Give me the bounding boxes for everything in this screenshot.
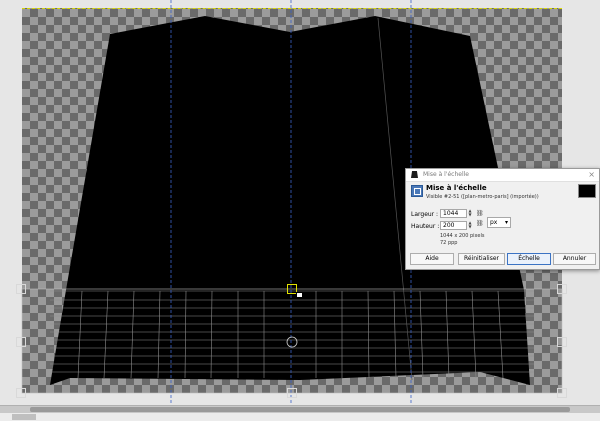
chain-link-icon[interactable]: ⛓ ⛓ [476, 209, 484, 229]
scrollbar-thumb[interactable] [30, 407, 570, 412]
scale-button[interactable]: Échelle [507, 253, 551, 265]
transform-handle-top-left[interactable] [16, 284, 26, 294]
height-input[interactable]: 200 [440, 221, 467, 230]
width-label: Largeur : [411, 211, 439, 218]
dialog-header-subtitle: Visible #2-51 ([plan-metro-paris] (impor… [426, 194, 539, 200]
dialog-titlebar[interactable]: Mise à l'échelle × [406, 169, 599, 182]
layer-thumbnail [578, 184, 596, 198]
scale-tool-icon [411, 185, 423, 197]
transform-handle-top-right[interactable] [557, 284, 567, 294]
scale-layer-dialog: Mise à l'échelle × Mise à l'échelle Visi… [405, 168, 600, 270]
chevron-down-icon: ▾ [504, 219, 508, 226]
spin-down-icon[interactable]: ▼ [467, 213, 473, 217]
close-icon[interactable]: × [588, 170, 595, 179]
chain-bottom-glyph: ⛓ [476, 220, 484, 227]
width-input[interactable]: 1044 [440, 209, 467, 218]
transform-handle-mid-right[interactable] [557, 337, 567, 347]
transform-handle-bottom-center[interactable] [287, 388, 297, 398]
height-spinner[interactable]: ▲ ▼ [467, 221, 473, 230]
dialog-header: Mise à l'échelle Visible #2-51 ([plan-me… [406, 182, 599, 202]
unit-select[interactable]: px ▾ [487, 217, 511, 228]
scale-cursor-icon [296, 292, 303, 298]
reset-button[interactable]: Réinitialiser [458, 253, 505, 265]
transform-handle-bottom-right[interactable] [557, 388, 567, 398]
width-spinner[interactable]: ▲ ▼ [467, 209, 473, 218]
unit-value: px [490, 219, 498, 226]
height-label: Hauteur : [411, 223, 440, 230]
transform-handle-bottom-left[interactable] [16, 388, 26, 398]
dialog-window-title: Mise à l'échelle [423, 171, 469, 178]
resolution-info: 72 ppp [440, 240, 458, 246]
status-unit-selector[interactable] [12, 414, 36, 420]
spin-down-icon[interactable]: ▼ [467, 225, 473, 229]
size-info: 1044 x 200 pixels [440, 233, 485, 239]
help-button[interactable]: Aide [410, 253, 454, 265]
transform-handle-mid-left[interactable] [16, 337, 26, 347]
status-bar [0, 413, 600, 421]
layer-scale-icon [411, 171, 418, 178]
dialog-header-title: Mise à l'échelle [426, 184, 487, 192]
cancel-button[interactable]: Annuler [553, 253, 596, 265]
chain-top-glyph: ⛓ [476, 210, 484, 217]
